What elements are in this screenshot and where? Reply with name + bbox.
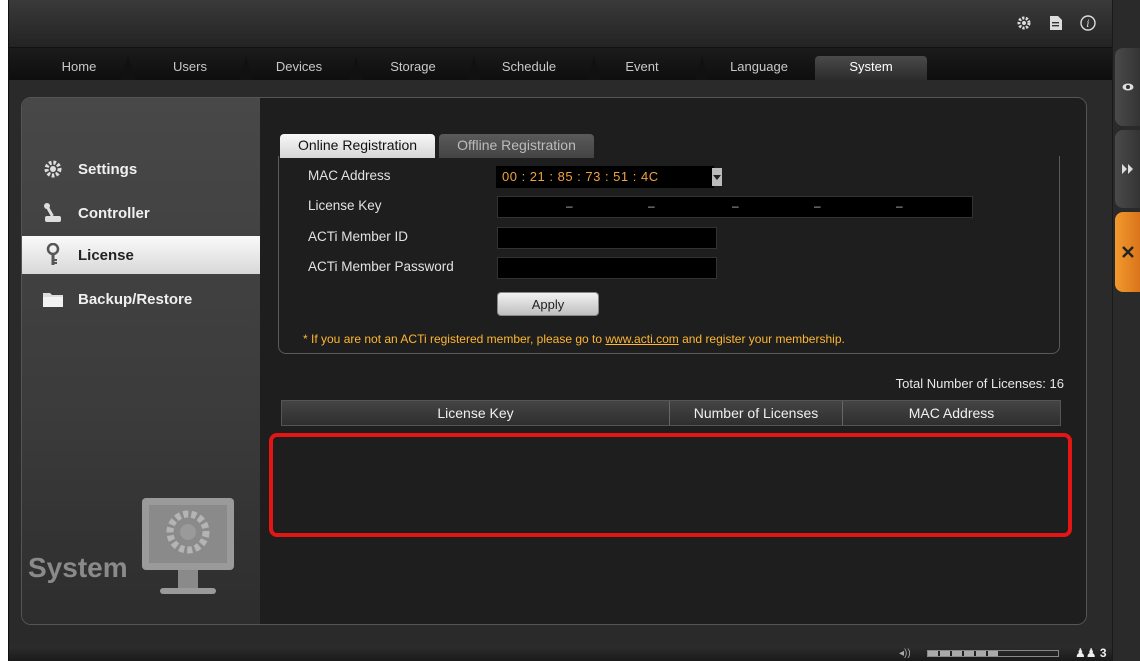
license-key-input[interactable]: – – – – – xyxy=(497,196,973,218)
sidebar-item-label: Settings xyxy=(78,160,138,178)
mac-address-value: 00 : 21 : 85 : 73 : 51 : 4C xyxy=(502,169,659,184)
sidebar-item-label: License xyxy=(78,246,134,264)
app-window: i Home Users Devices Storage Schedule Ev… xyxy=(8,0,1113,661)
rail-setup-tab[interactable] xyxy=(1115,212,1140,292)
tab-online-registration[interactable]: Online Registration xyxy=(280,134,436,158)
status-bar: ◂)) ♟♟ 3 xyxy=(9,646,1113,661)
top-toolbar: i xyxy=(1015,14,1097,32)
sidebar-item-label: Backup/Restore xyxy=(78,290,193,308)
tab-divider xyxy=(349,56,363,80)
registration-note: * If you are not an ACTi registered memb… xyxy=(303,332,845,346)
tab-offline-registration[interactable]: Offline Registration xyxy=(439,134,594,158)
column-header-license-key[interactable]: License Key xyxy=(282,401,670,425)
license-key-separator: – xyxy=(896,199,903,213)
tools-icon xyxy=(1122,246,1134,258)
tab-divider xyxy=(239,56,253,80)
note-prefix: * If you are not an ACTi registered memb… xyxy=(303,332,606,346)
eye-icon xyxy=(1122,83,1134,91)
volume-level xyxy=(928,651,1000,656)
right-rail xyxy=(1112,0,1140,661)
tab-system[interactable]: System xyxy=(815,56,927,80)
license-key-separator: – xyxy=(566,199,573,213)
folder-icon xyxy=(42,288,64,310)
tab-event[interactable]: Event xyxy=(599,56,685,80)
member-id-label: ACTi Member ID xyxy=(308,229,409,244)
tab-divider xyxy=(121,56,135,80)
member-password-input[interactable] xyxy=(497,257,717,279)
sidebar: Settings Controller License Backup/Resto… xyxy=(22,98,280,624)
key-icon xyxy=(42,243,64,266)
license-key-label: License Key xyxy=(308,198,382,213)
info-icon[interactable]: i xyxy=(1079,14,1097,32)
document-icon[interactable] xyxy=(1047,14,1065,32)
gear-icon xyxy=(42,158,64,180)
volume-slider[interactable] xyxy=(927,650,1059,657)
sidebar-item-license[interactable]: License xyxy=(22,236,280,274)
registration-tabs: Online Registration Offline Registration xyxy=(280,134,598,158)
gear-icon[interactable] xyxy=(1015,14,1033,32)
tab-users[interactable]: Users xyxy=(149,56,231,80)
acti-website-link[interactable]: www.acti.com xyxy=(605,332,678,346)
fast-forward-icon xyxy=(1122,164,1133,174)
total-licenses: Total Number of Licenses: 16 xyxy=(895,376,1064,391)
mac-address-label: MAC Address xyxy=(308,168,391,183)
rail-playback-tab[interactable] xyxy=(1115,130,1140,208)
user-count-value: 3 xyxy=(1099,646,1107,660)
sidebar-item-backup-restore[interactable]: Backup/Restore xyxy=(22,280,260,318)
sidebar-item-controller[interactable]: Controller xyxy=(22,194,260,232)
volume-icon[interactable]: ◂)) xyxy=(899,648,911,659)
license-key-separator: – xyxy=(648,199,655,213)
member-password-label: ACTi Member Password xyxy=(308,259,454,274)
svg-text:i: i xyxy=(1086,19,1089,30)
rail-view-tab[interactable] xyxy=(1115,48,1140,126)
license-key-separator: – xyxy=(814,199,821,213)
tab-schedule[interactable]: Schedule xyxy=(479,56,579,80)
tab-home[interactable]: Home xyxy=(37,56,121,80)
top-bar: i xyxy=(9,0,1113,48)
tab-devices[interactable]: Devices xyxy=(257,56,341,80)
apply-button[interactable]: Apply xyxy=(497,292,599,316)
column-header-mac-address[interactable]: MAC Address xyxy=(843,401,1060,425)
online-users-count: ♟♟ 3 xyxy=(1075,646,1107,660)
chevron-down-icon[interactable] xyxy=(712,168,722,186)
tab-divider xyxy=(695,56,709,80)
tab-language[interactable]: Language xyxy=(709,56,809,80)
note-suffix: and register your membership. xyxy=(678,332,845,346)
license-table-header: License Key Number of Licenses MAC Addre… xyxy=(281,400,1061,426)
main-tabs: Home Users Devices Storage Schedule Even… xyxy=(9,48,1113,80)
column-header-number-of-licenses[interactable]: Number of Licenses xyxy=(670,401,843,425)
empty-license-list-highlight xyxy=(269,433,1072,537)
mac-address-select[interactable]: 00 : 21 : 85 : 73 : 51 : 4C xyxy=(496,166,722,188)
section-label: System xyxy=(28,552,128,583)
tab-storage[interactable]: Storage xyxy=(367,56,459,80)
sidebar-item-settings[interactable]: Settings xyxy=(22,150,260,188)
sidebar-item-label: Controller xyxy=(78,204,150,222)
license-key-separator: – xyxy=(732,199,739,213)
joystick-icon xyxy=(42,202,64,224)
member-id-input[interactable] xyxy=(497,227,717,249)
users-icon: ♟♟ xyxy=(1075,646,1100,660)
